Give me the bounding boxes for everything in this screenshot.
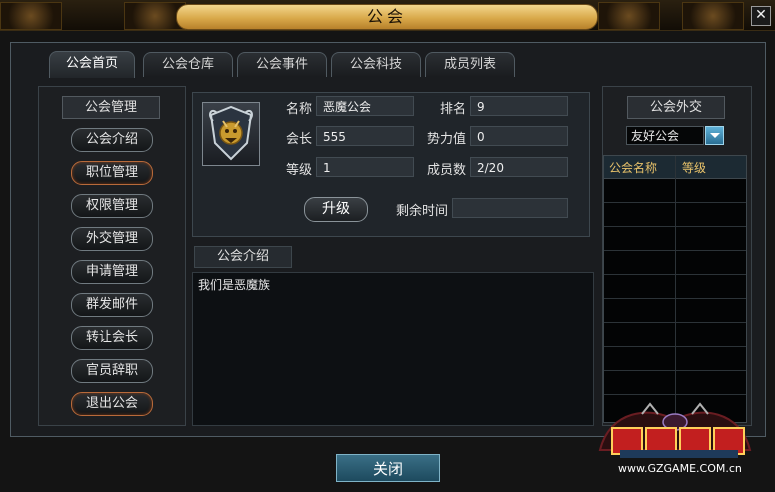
transfer-leader-button[interactable]: 转让会长: [71, 326, 153, 350]
tab-member-list[interactable]: 成员列表: [425, 52, 515, 77]
leader-label: 会长: [285, 132, 312, 147]
tab-guild-events[interactable]: 公会事件: [237, 52, 327, 77]
leader-field: 555: [316, 126, 414, 146]
level-label: 等级: [285, 163, 312, 178]
title-ornament-right-inner: [598, 2, 660, 30]
remaining-time-label: 剩余时间: [395, 204, 448, 219]
position-management-button[interactable]: 职位管理: [71, 161, 153, 185]
table-row: [604, 250, 746, 251]
guild-intro-button[interactable]: 公会介绍: [71, 128, 153, 152]
guild-management-header: 公会管理: [62, 96, 160, 119]
watermark-url: www.GZGAME.COM.cn: [618, 462, 742, 475]
column-guild-name: 公会名称: [609, 161, 658, 175]
title-ornament-left: [0, 2, 62, 30]
mass-mail-button[interactable]: 群发邮件: [71, 293, 153, 317]
chevron-down-icon: [710, 133, 720, 138]
tab-guild-warehouse[interactable]: 公会仓库: [143, 52, 233, 77]
table-row: [604, 394, 746, 395]
guild-intro-textarea[interactable]: [192, 272, 594, 426]
close-button[interactable]: 关闭: [336, 454, 440, 482]
tab-guild-tech[interactable]: 公会科技: [331, 52, 421, 77]
tab-guild-home[interactable]: 公会首页: [49, 51, 135, 78]
level-field: 1: [316, 157, 414, 177]
table-row: [604, 202, 746, 203]
diplomacy-header: 公会外交: [627, 96, 725, 119]
guild-intro-text: 我们是恶魔族: [198, 278, 271, 292]
rank-field: 9: [470, 96, 568, 116]
table-row: [604, 298, 746, 299]
column-divider: [675, 156, 676, 422]
window-title: 公会: [176, 4, 598, 30]
guild-name-field: 恶魔公会: [316, 96, 414, 116]
application-management-button[interactable]: 申请管理: [71, 260, 153, 284]
power-field: 0: [470, 126, 568, 146]
table-row: [604, 274, 746, 275]
upgrade-button[interactable]: 升级: [304, 197, 368, 222]
column-level: 等级: [682, 161, 707, 175]
title-ornament-right: [682, 2, 744, 30]
power-label: 势力值: [426, 132, 466, 147]
table-row: [604, 346, 746, 347]
table-row: [604, 226, 746, 227]
officer-resign-button[interactable]: 官员辞职: [71, 359, 153, 383]
members-field: 2/20: [470, 157, 568, 177]
members-label: 成员数: [426, 163, 466, 178]
permission-management-button[interactable]: 权限管理: [71, 194, 153, 218]
leave-guild-button[interactable]: 退出公会: [71, 392, 153, 416]
game-logo: [590, 400, 760, 462]
rank-label: 排名: [439, 102, 466, 117]
diplomacy-type-select[interactable]: 友好公会: [626, 126, 704, 145]
diplomacy-management-button[interactable]: 外交管理: [71, 227, 153, 251]
table-row: [604, 370, 746, 371]
remaining-time-field: [452, 198, 568, 218]
guild-emblem-icon: [202, 102, 260, 166]
name-label: 名称: [285, 102, 312, 117]
guild-intro-header: 公会介绍: [194, 246, 292, 268]
close-icon[interactable]: ✕: [751, 6, 771, 26]
table-row: [604, 322, 746, 323]
